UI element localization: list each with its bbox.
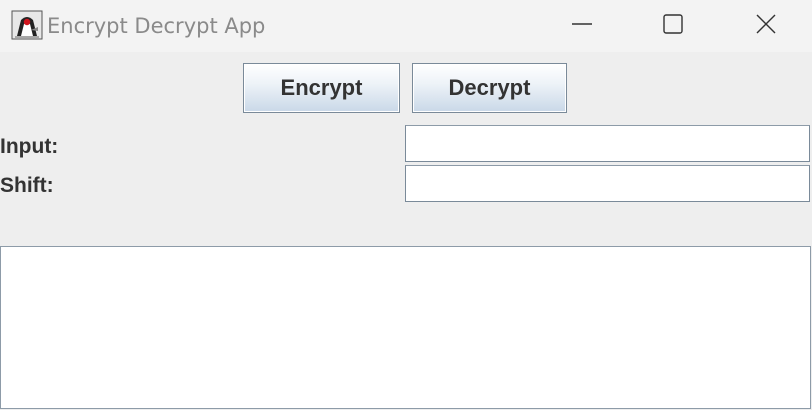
close-icon (756, 14, 776, 34)
app-window: Encrypt Decrypt App Encrypt Decrypt Inpu… (0, 0, 812, 410)
close-button[interactable] (734, 0, 798, 48)
output-text-area[interactable] (0, 246, 811, 409)
window-title: Encrypt Decrypt App (47, 14, 266, 38)
minimize-button[interactable] (550, 0, 614, 48)
maximize-button[interactable] (641, 0, 705, 48)
input-label: Input: (0, 135, 59, 158)
shift-label: Shift: (0, 174, 54, 197)
shift-field[interactable] (405, 165, 810, 202)
encrypt-button[interactable]: Encrypt (243, 63, 400, 113)
input-field[interactable] (405, 125, 810, 162)
minimize-icon (572, 23, 592, 25)
maximize-icon (663, 14, 683, 34)
decrypt-button[interactable]: Decrypt (412, 63, 567, 113)
java-duke-icon (11, 10, 43, 40)
title-bar[interactable]: Encrypt Decrypt App (0, 0, 812, 52)
